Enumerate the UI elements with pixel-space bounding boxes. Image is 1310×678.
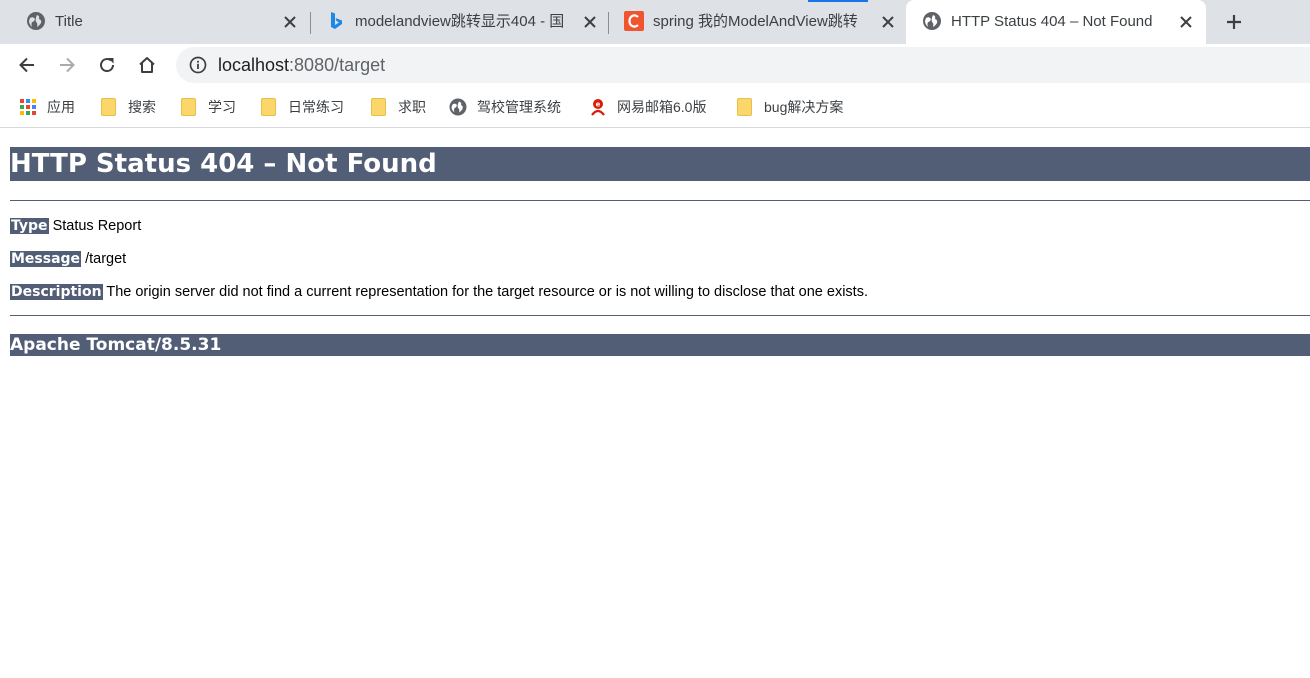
info-icon[interactable] [189, 56, 207, 74]
tab-close-icon[interactable] [1176, 12, 1196, 32]
netease-mail-icon: e [591, 99, 605, 116]
globe-icon [923, 12, 941, 30]
bookmark-driving-school[interactable]: 驾校管理系统 [449, 96, 561, 118]
bookmark-practice-folder[interactable]: 日常练习 [260, 96, 344, 118]
back-arrow-icon[interactable] [15, 53, 39, 77]
bookmark-bug-solutions-folder[interactable]: bug解决方案 [736, 96, 843, 118]
bookmark-netease-mail[interactable]: e 网易邮箱6.0版 [589, 96, 706, 118]
url-host: localhost [218, 55, 290, 75]
page-title: HTTP Status 404 – Not Found [10, 147, 1310, 181]
bookmark-jobs-folder[interactable]: 求职 [370, 96, 426, 118]
type-label: Type [10, 218, 49, 234]
tab-close-icon[interactable] [878, 12, 898, 32]
message-row: Message /target [10, 249, 126, 269]
bookmark-label: 应用 [47, 99, 75, 115]
tab-title-label: modelandview跳转显示404 - 国 [355, 13, 565, 30]
reload-icon[interactable] [95, 53, 119, 77]
url-path: :8080/target [289, 55, 386, 75]
home-icon[interactable] [135, 53, 159, 77]
tab-bing-search[interactable]: modelandview跳转显示404 - 国 [310, 0, 608, 44]
description-row: Description The origin server did not fi… [10, 282, 868, 302]
tab-strip: Title modelandview跳转显示404 - 国 spring 我的M… [0, 0, 1310, 44]
description-value: The origin server did not find a current… [106, 284, 868, 300]
folder-icon [261, 98, 276, 116]
tab-http-404[interactable]: HTTP Status 404 – Not Found [906, 0, 1206, 44]
bookmark-label: 网易邮箱6.0版 [617, 99, 707, 115]
globe-icon [27, 12, 45, 30]
address-bar[interactable]: localhost:8080/target [176, 47, 1310, 83]
folder-icon [101, 98, 116, 116]
folder-icon [371, 98, 386, 116]
folder-icon [737, 98, 752, 116]
tab-title-label: spring 我的ModelAndView跳转 [653, 13, 858, 30]
tab-title-label: HTTP Status 404 – Not Found [951, 13, 1153, 30]
toolbar: localhost:8080/target [0, 44, 1310, 86]
bookmark-apps[interactable]: 应用 [19, 96, 75, 118]
tab-title[interactable]: Title [10, 0, 308, 44]
bookmark-label: 求职 [398, 99, 426, 115]
bookmark-label: 学习 [208, 99, 236, 115]
bookmark-label: bug解决方案 [764, 99, 844, 115]
bookmark-label: 驾校管理系统 [477, 99, 561, 115]
type-row: Type Status Report [10, 216, 141, 236]
new-tab-plus-icon[interactable] [1222, 10, 1246, 34]
forward-arrow-icon[interactable] [55, 53, 79, 77]
divider [10, 315, 1310, 316]
bookmarks-bar: 应用 搜索 学习 日常练习 求职 驾校管理系统 e 网易邮箱6.0版 bug解决… [0, 86, 1310, 128]
bookmark-label: 搜索 [128, 99, 156, 115]
globe-icon [449, 98, 467, 116]
address-url[interactable]: localhost:8080/target [218, 55, 385, 75]
bookmark-search-folder[interactable]: 搜索 [100, 96, 156, 118]
bookmark-study-folder[interactable]: 学习 [180, 96, 236, 118]
message-label: Message [10, 251, 82, 267]
server-footer: Apache Tomcat/8.5.31 [10, 334, 1310, 356]
bookmark-label: 日常练习 [288, 99, 344, 115]
tab-close-icon[interactable] [580, 12, 600, 32]
description-label: Description [10, 284, 103, 300]
divider [10, 200, 1310, 201]
apps-grid-icon [20, 99, 36, 115]
svg-text:e: e [596, 101, 601, 109]
csdn-icon [624, 11, 644, 31]
tab-csdn[interactable]: spring 我的ModelAndView跳转 [608, 0, 906, 44]
folder-icon [181, 98, 196, 116]
tab-title-label: Title [55, 13, 83, 30]
tab-close-icon[interactable] [280, 12, 300, 32]
bing-icon [331, 12, 342, 29]
type-value: Status Report [52, 218, 142, 234]
message-value: /target [85, 251, 127, 267]
